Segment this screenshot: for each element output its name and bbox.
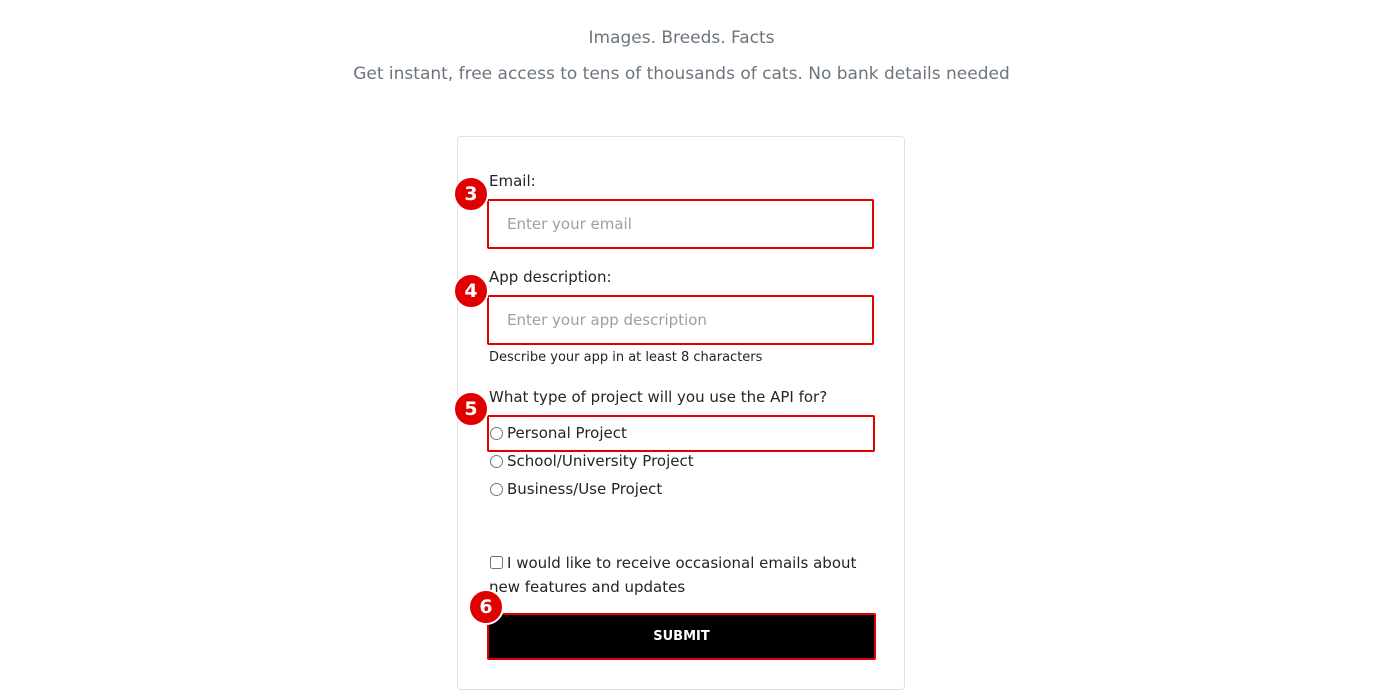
personal-project-label: Personal Project xyxy=(507,424,627,442)
hero-tagline: Images. Breeds. Facts xyxy=(588,28,775,48)
marker-badge: 6 xyxy=(468,589,504,625)
business-project-radio[interactable] xyxy=(490,482,503,496)
newsletter-option[interactable]: I would like to receive occasional email… xyxy=(489,551,869,599)
newsletter-checkbox[interactable] xyxy=(490,556,503,569)
app-description-label: App description: xyxy=(489,268,612,286)
app-description-help: Describe your app in at least 8 characte… xyxy=(489,350,763,365)
personal-project-radio[interactable] xyxy=(490,426,503,440)
radio-school-project[interactable]: School/University Project xyxy=(489,450,694,472)
business-project-label: Business/Use Project xyxy=(507,480,663,498)
radio-personal-project[interactable]: Personal Project xyxy=(489,422,627,444)
newsletter-label: I would like to receive occasional email… xyxy=(489,554,857,596)
app-description-field[interactable] xyxy=(487,295,874,345)
marker-badge: 4 xyxy=(453,273,489,309)
hero-subtitle: Get instant, free access to tens of thou… xyxy=(353,64,1010,84)
school-project-radio[interactable] xyxy=(490,454,503,468)
marker-badge: 5 xyxy=(453,391,489,427)
email-field[interactable] xyxy=(487,199,874,249)
email-label: Email: xyxy=(489,172,536,190)
submit-button[interactable]: SUBMIT xyxy=(487,613,876,660)
school-project-label: School/University Project xyxy=(507,452,694,470)
marker-badge: 3 xyxy=(453,176,489,212)
project-type-question: What type of project will you use the AP… xyxy=(489,388,828,406)
radio-business-project[interactable]: Business/Use Project xyxy=(489,478,662,500)
